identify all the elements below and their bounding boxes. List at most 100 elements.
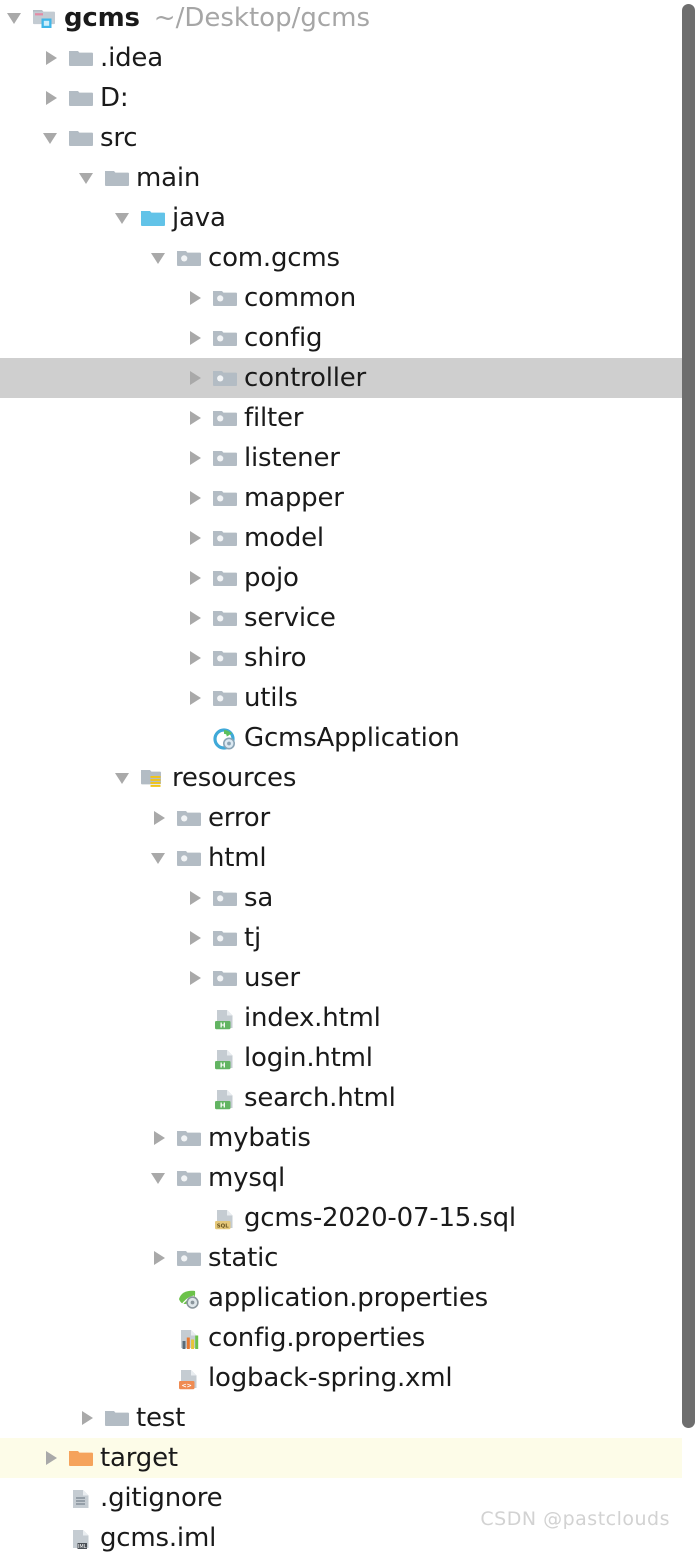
tree-row[interactable]: config.properties <box>0 1318 696 1358</box>
no-chevron-spacer <box>184 718 210 758</box>
tree-row[interactable]: D: <box>0 78 696 118</box>
chevron-right-icon[interactable] <box>184 398 210 438</box>
chevron-right-icon[interactable] <box>184 878 210 918</box>
chevron-right-icon[interactable] <box>184 678 210 718</box>
chevron-right-icon[interactable] <box>184 278 210 318</box>
svg-text:SQL: SQL <box>217 1224 229 1230</box>
chevron-down-icon[interactable] <box>148 238 174 278</box>
tree-row-label: .idea <box>98 38 163 78</box>
svg-text:H: H <box>220 1022 226 1030</box>
no-chevron-spacer <box>40 1518 66 1558</box>
tree-row[interactable]: com.gcms <box>0 238 696 278</box>
package-icon <box>210 318 242 358</box>
chevron-right-icon[interactable] <box>184 438 210 478</box>
tree-row[interactable]: controller <box>0 358 696 398</box>
vertical-scrollbar-thumb[interactable] <box>682 4 695 1428</box>
tree-row[interactable]: sa <box>0 878 696 918</box>
chevron-down-icon[interactable] <box>4 0 30 38</box>
chevron-down-icon[interactable] <box>40 118 66 158</box>
package-icon <box>174 1238 206 1278</box>
no-chevron-spacer <box>184 1038 210 1078</box>
tree-row[interactable]: shiro <box>0 638 696 678</box>
tree-row[interactable]: html <box>0 838 696 878</box>
tree-row-label: config <box>242 318 322 358</box>
tree-row[interactable]: Hlogin.html <box>0 1038 696 1078</box>
tree-row-label: model <box>242 518 324 558</box>
chevron-right-icon[interactable] <box>184 318 210 358</box>
chevron-down-icon[interactable] <box>76 158 102 198</box>
chevron-down-icon[interactable] <box>148 1158 174 1198</box>
package-icon <box>210 678 242 718</box>
tree-row[interactable]: java <box>0 198 696 238</box>
tree-row[interactable]: static <box>0 1238 696 1278</box>
tree-row[interactable]: test <box>0 1398 696 1438</box>
chevron-right-icon[interactable] <box>76 1398 102 1438</box>
svg-text:IML: IML <box>78 1544 87 1550</box>
tree-row[interactable]: user <box>0 958 696 998</box>
spring-class-icon <box>210 718 242 758</box>
chevron-right-icon[interactable] <box>184 918 210 958</box>
tree-row[interactable]: common <box>0 278 696 318</box>
chevron-right-icon[interactable] <box>40 1438 66 1478</box>
tree-row[interactable]: mybatis <box>0 1118 696 1158</box>
tree-row[interactable]: <> logback-spring.xml <box>0 1358 696 1398</box>
tree-row[interactable]: service <box>0 598 696 638</box>
tree-row[interactable]: main <box>0 158 696 198</box>
tree-row[interactable]: pojo <box>0 558 696 598</box>
chevron-right-icon[interactable] <box>184 518 210 558</box>
chevron-right-icon[interactable] <box>184 358 210 398</box>
tree-row[interactable]: Hsearch.html <box>0 1078 696 1118</box>
tree-row[interactable]: Hindex.html <box>0 998 696 1038</box>
tree-row-label: application.properties <box>206 1278 488 1318</box>
tree-row[interactable]: mapper <box>0 478 696 518</box>
tree-row[interactable]: mysql <box>0 1158 696 1198</box>
chevron-right-icon[interactable] <box>40 38 66 78</box>
svg-text:<>: <> <box>182 1383 192 1390</box>
folder-icon <box>66 78 98 118</box>
chevron-right-icon[interactable] <box>148 1238 174 1278</box>
chevron-down-icon[interactable] <box>148 838 174 878</box>
tree-row[interactable]: tj <box>0 918 696 958</box>
tree-row[interactable]: model <box>0 518 696 558</box>
tree-row[interactable]: SQLgcms-2020-07-15.sql <box>0 1198 696 1238</box>
tree-row-label: D: <box>98 78 128 118</box>
folder-icon <box>66 38 98 78</box>
tree-row[interactable]: utils <box>0 678 696 718</box>
tree-row[interactable]: src <box>0 118 696 158</box>
project-tree[interactable]: gcms~/Desktop/gcms.ideaD:srcmainjavacom.… <box>0 0 696 1548</box>
tree-row[interactable]: .idea <box>0 38 696 78</box>
vertical-scrollbar-track[interactable] <box>682 0 696 1548</box>
tree-row-label: logback-spring.xml <box>206 1358 452 1398</box>
package-icon <box>210 478 242 518</box>
tree-row[interactable]: GcmsApplication <box>0 718 696 758</box>
package-icon <box>210 398 242 438</box>
tree-row[interactable]: resources <box>0 758 696 798</box>
tree-row[interactable]: target <box>0 1438 696 1478</box>
chevron-right-icon[interactable] <box>148 798 174 838</box>
no-chevron-spacer <box>40 1478 66 1518</box>
chevron-down-icon[interactable] <box>112 198 138 238</box>
package-icon <box>210 358 242 398</box>
chevron-right-icon[interactable] <box>40 78 66 118</box>
chevron-right-icon[interactable] <box>184 958 210 998</box>
html-file-icon: H <box>210 998 242 1038</box>
tree-row-label: com.gcms <box>206 238 340 278</box>
tree-row-label: GcmsApplication <box>242 718 460 758</box>
tree-row[interactable]: gcms~/Desktop/gcms <box>0 0 696 38</box>
folder-icon <box>102 1398 134 1438</box>
chevron-right-icon[interactable] <box>148 1118 174 1158</box>
sql-file-icon: SQL <box>210 1198 242 1238</box>
html-file-icon: H <box>210 1038 242 1078</box>
tree-row[interactable]: application.properties <box>0 1278 696 1318</box>
tree-row[interactable]: listener <box>0 438 696 478</box>
chevron-right-icon[interactable] <box>184 638 210 678</box>
chevron-right-icon[interactable] <box>184 598 210 638</box>
csdn-watermark: CSDN @pastclouds <box>480 1508 670 1530</box>
chevron-right-icon[interactable] <box>184 558 210 598</box>
tree-row[interactable]: filter <box>0 398 696 438</box>
chevron-down-icon[interactable] <box>112 758 138 798</box>
package-icon <box>174 238 206 278</box>
tree-row[interactable]: error <box>0 798 696 838</box>
chevron-right-icon[interactable] <box>184 478 210 518</box>
tree-row[interactable]: config <box>0 318 696 358</box>
